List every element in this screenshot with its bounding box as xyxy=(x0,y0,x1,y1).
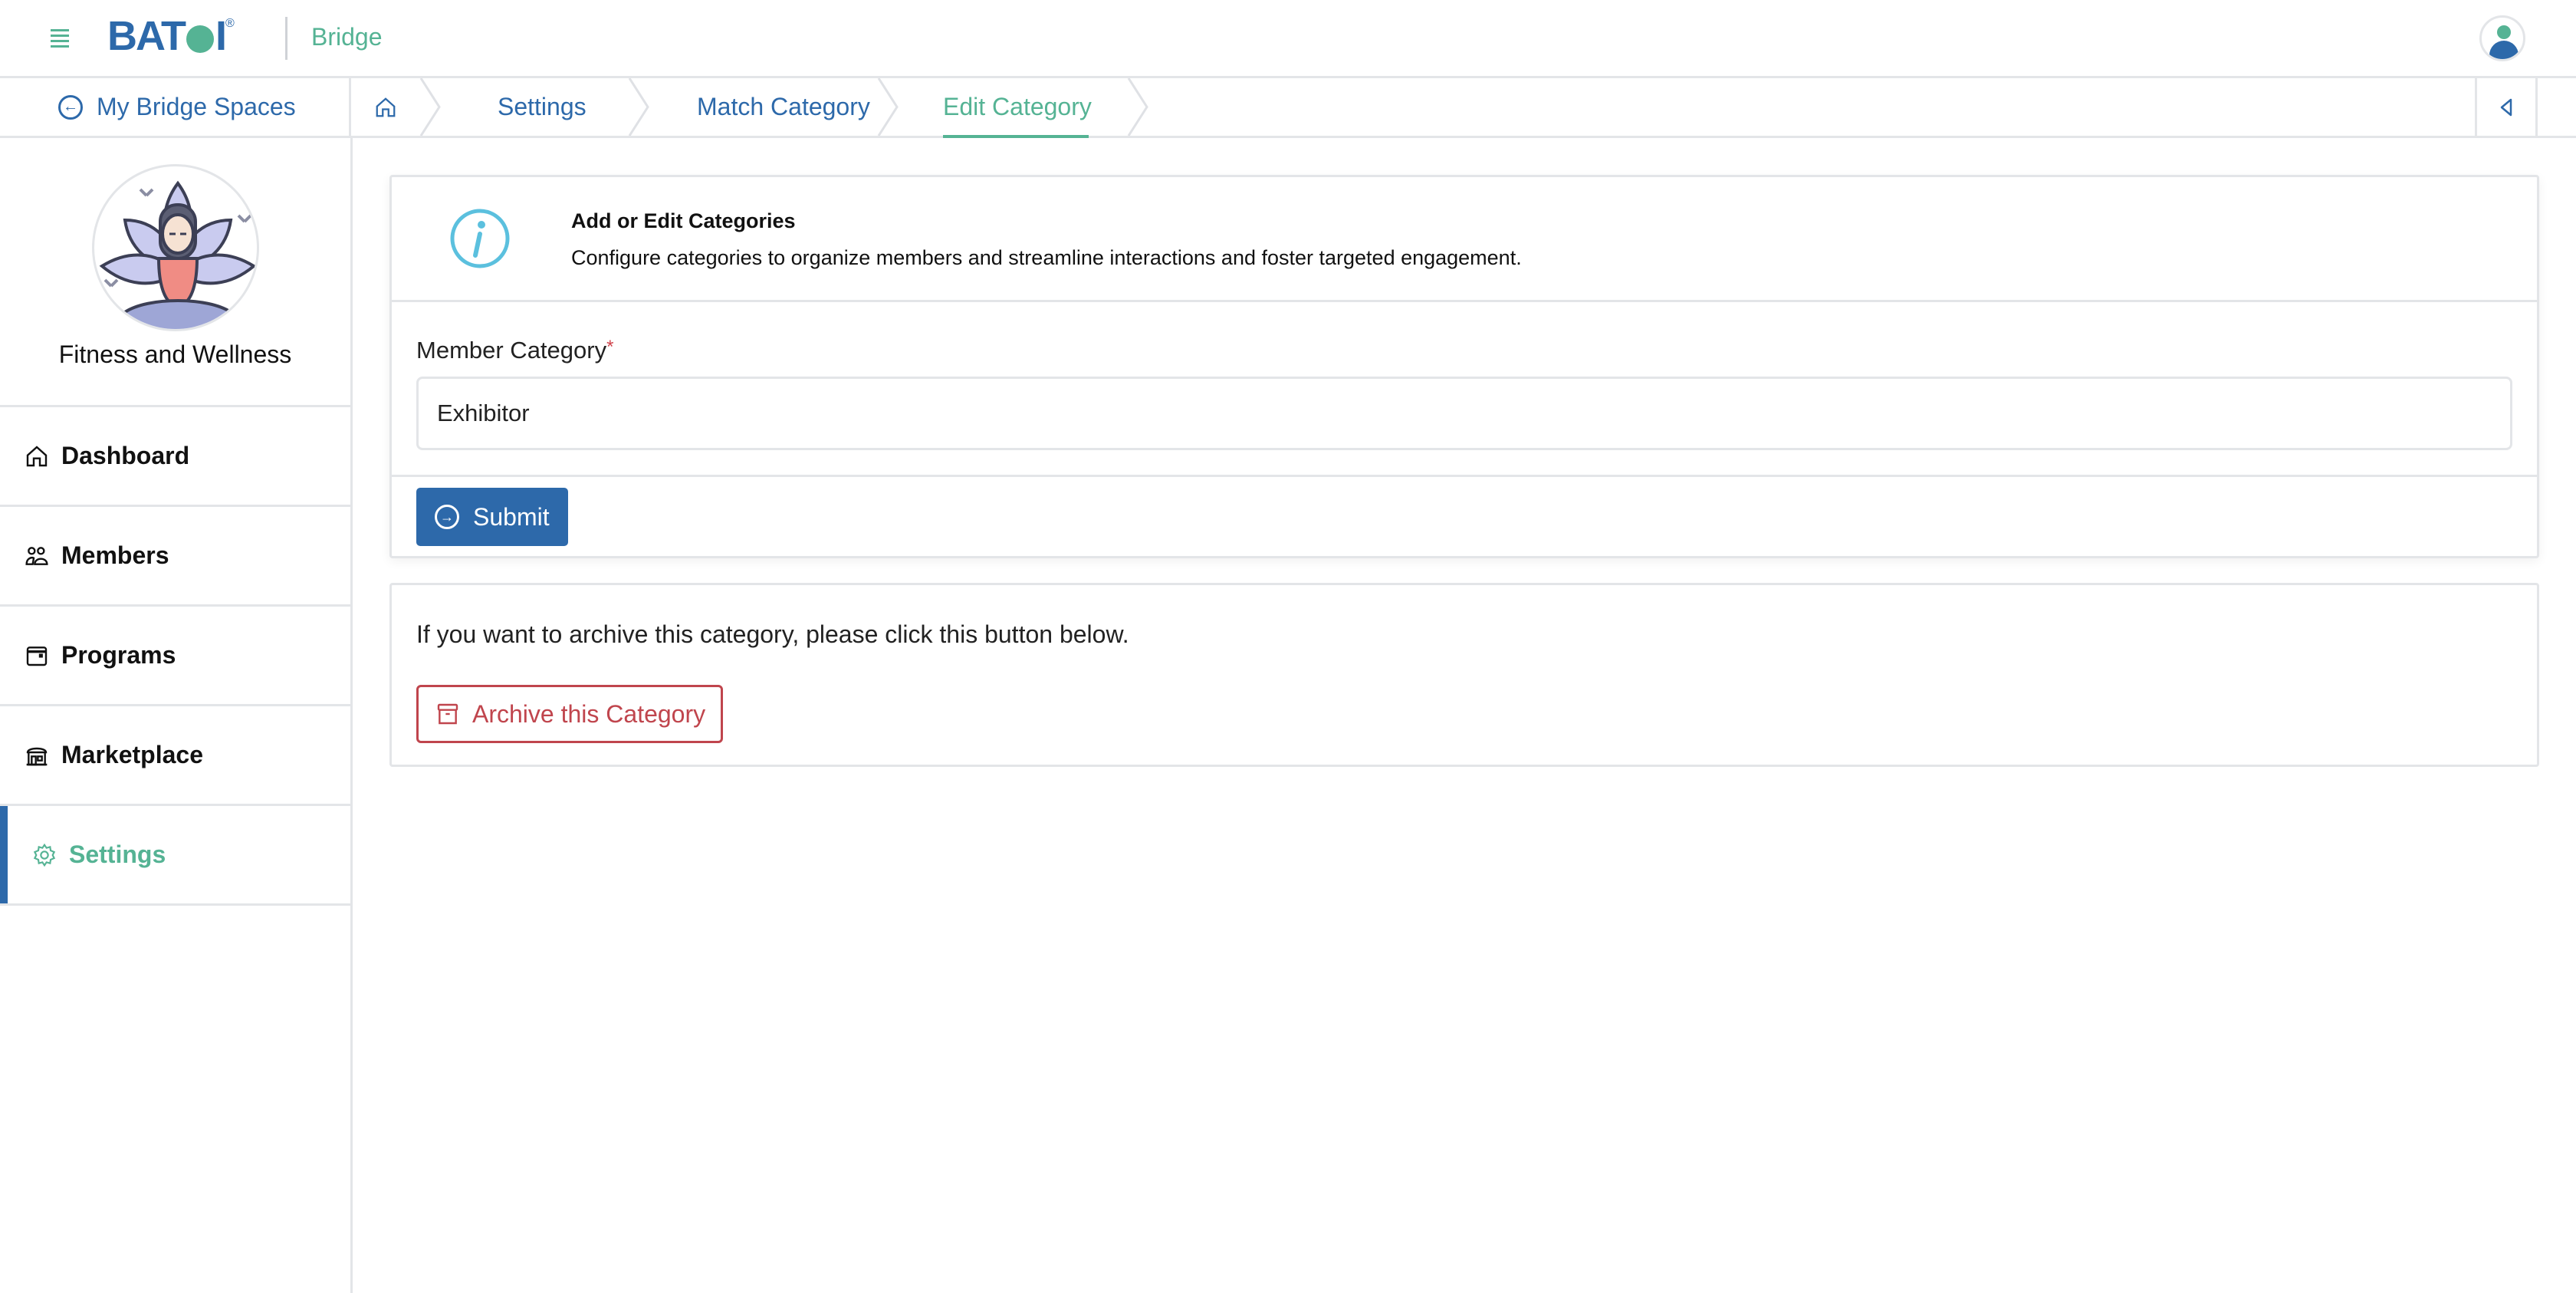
breadcrumb-home[interactable] xyxy=(353,78,441,136)
breadcrumb-separator xyxy=(1127,78,1148,136)
breadcrumb-edit-category[interactable]: Edit Category xyxy=(899,78,1148,138)
breadcrumb-separator xyxy=(628,78,649,136)
space-name: Fitness and Wellness xyxy=(58,341,292,368)
archive-instructions: If you want to archive this category, pl… xyxy=(416,620,1129,648)
sidebar-item-settings[interactable]: Settings xyxy=(0,806,350,906)
breadcrumb-match-category[interactable]: Match Category xyxy=(649,78,899,136)
info-icon xyxy=(450,209,510,268)
edit-category-card: Add or Edit Categories Configure categor… xyxy=(389,175,2539,558)
sidebar-nav: Dashboard Members Programs Marketplace S… xyxy=(0,405,350,906)
archive-card: If you want to archive this category, pl… xyxy=(389,583,2539,767)
archive-box-icon xyxy=(437,703,458,725)
sidebar-item-dashboard[interactable]: Dashboard xyxy=(0,407,350,507)
sidebar-item-members[interactable]: Members xyxy=(0,507,350,607)
arrow-right-circle-icon: → xyxy=(435,505,459,529)
sidebar-item-marketplace[interactable]: Marketplace xyxy=(0,706,350,806)
sidebar-item-programs[interactable]: Programs xyxy=(0,607,350,706)
breadcrumb-separator xyxy=(419,78,441,136)
gear-icon xyxy=(33,843,56,867)
active-tab-indicator xyxy=(943,135,1089,138)
my-bridge-spaces-link[interactable]: ← My Bridge Spaces xyxy=(0,78,351,136)
triangle-left-icon xyxy=(2500,98,2512,116)
sidebar: Fitness and Wellness Dashboard Members P… xyxy=(0,138,353,1293)
required-indicator: * xyxy=(606,337,614,357)
breadcrumb-settings[interactable]: Settings xyxy=(441,78,649,136)
logo-leaf-icon xyxy=(186,25,214,53)
info-title: Add or Edit Categories xyxy=(571,209,796,232)
meditation-illustration-icon xyxy=(99,180,257,329)
breadcrumb-bar: ← My Bridge Spaces Settings Match Catego… xyxy=(0,78,2576,138)
submit-button[interactable]: → Submit xyxy=(416,488,568,546)
top-header: BAT I ® Bridge xyxy=(0,0,2576,78)
card-divider xyxy=(392,475,2537,477)
logo-divider xyxy=(285,17,288,60)
store-icon xyxy=(26,747,48,765)
arrow-left-circle-icon: ← xyxy=(58,94,83,120)
users-icon xyxy=(25,546,48,565)
batoi-logo[interactable]: BAT I ® xyxy=(107,13,235,59)
app-name: Bridge xyxy=(311,23,383,51)
hamburger-menu-icon[interactable] xyxy=(51,29,69,48)
info-description: Configure categories to organize members… xyxy=(571,246,1522,269)
user-avatar[interactable] xyxy=(2479,15,2525,61)
calendar-icon xyxy=(26,646,48,666)
collapse-panel-button[interactable] xyxy=(2475,78,2538,136)
home-icon xyxy=(376,97,396,117)
member-category-label: Member Category* xyxy=(416,337,614,364)
home-icon xyxy=(26,445,48,466)
breadcrumb-separator xyxy=(877,78,899,136)
member-category-input[interactable] xyxy=(416,377,2512,450)
info-panel: Add or Edit Categories Configure categor… xyxy=(392,177,2537,302)
space-avatar xyxy=(92,164,259,331)
user-avatar-icon xyxy=(2497,25,2511,39)
breadcrumb: Settings Match Category Edit Category xyxy=(353,78,1148,138)
archive-category-button[interactable]: Archive this Category xyxy=(416,685,723,743)
